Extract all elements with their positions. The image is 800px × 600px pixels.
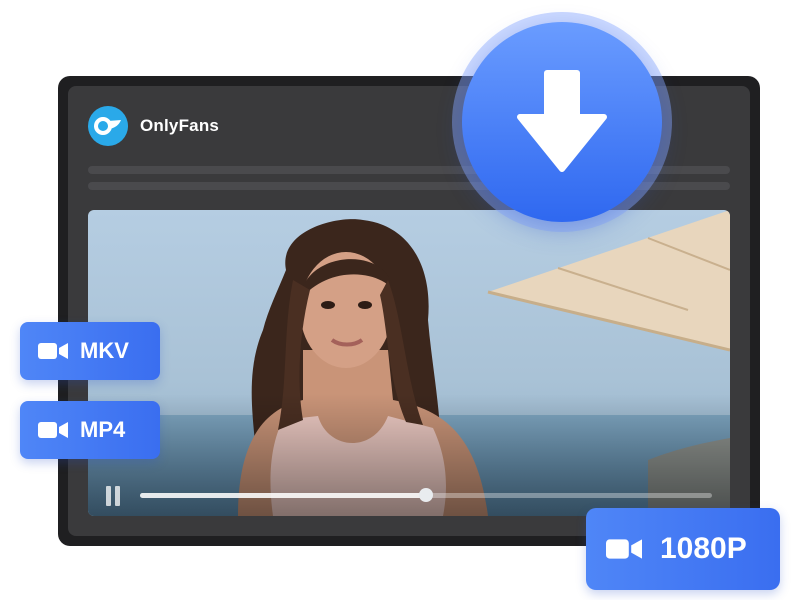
- video-camera-icon: [38, 422, 68, 438]
- progress-thumb[interactable]: [419, 488, 433, 502]
- brand-header: OnlyFans: [88, 106, 219, 146]
- video-camera-icon: [606, 539, 642, 559]
- brand-name: OnlyFans: [140, 116, 220, 135]
- format-badge-mkv[interactable]: MKV: [20, 322, 160, 380]
- onlyfans-logo-icon: [88, 106, 128, 146]
- video-progress-bar[interactable]: [140, 488, 712, 502]
- format-badge-mp4[interactable]: MP4: [20, 401, 160, 459]
- download-button[interactable]: [462, 22, 662, 222]
- format-label: MP4: [80, 417, 126, 442]
- pause-icon: [106, 486, 111, 506]
- pause-button[interactable]: [104, 486, 122, 506]
- video-player[interactable]: [88, 210, 730, 516]
- resolution-label: 1080P: [660, 532, 747, 565]
- progress-fill: [140, 493, 426, 498]
- video-camera-icon: [38, 343, 68, 359]
- download-arrow-icon: [517, 70, 607, 172]
- format-label: MKV: [80, 338, 129, 363]
- resolution-badge[interactable]: 1080P: [586, 508, 780, 590]
